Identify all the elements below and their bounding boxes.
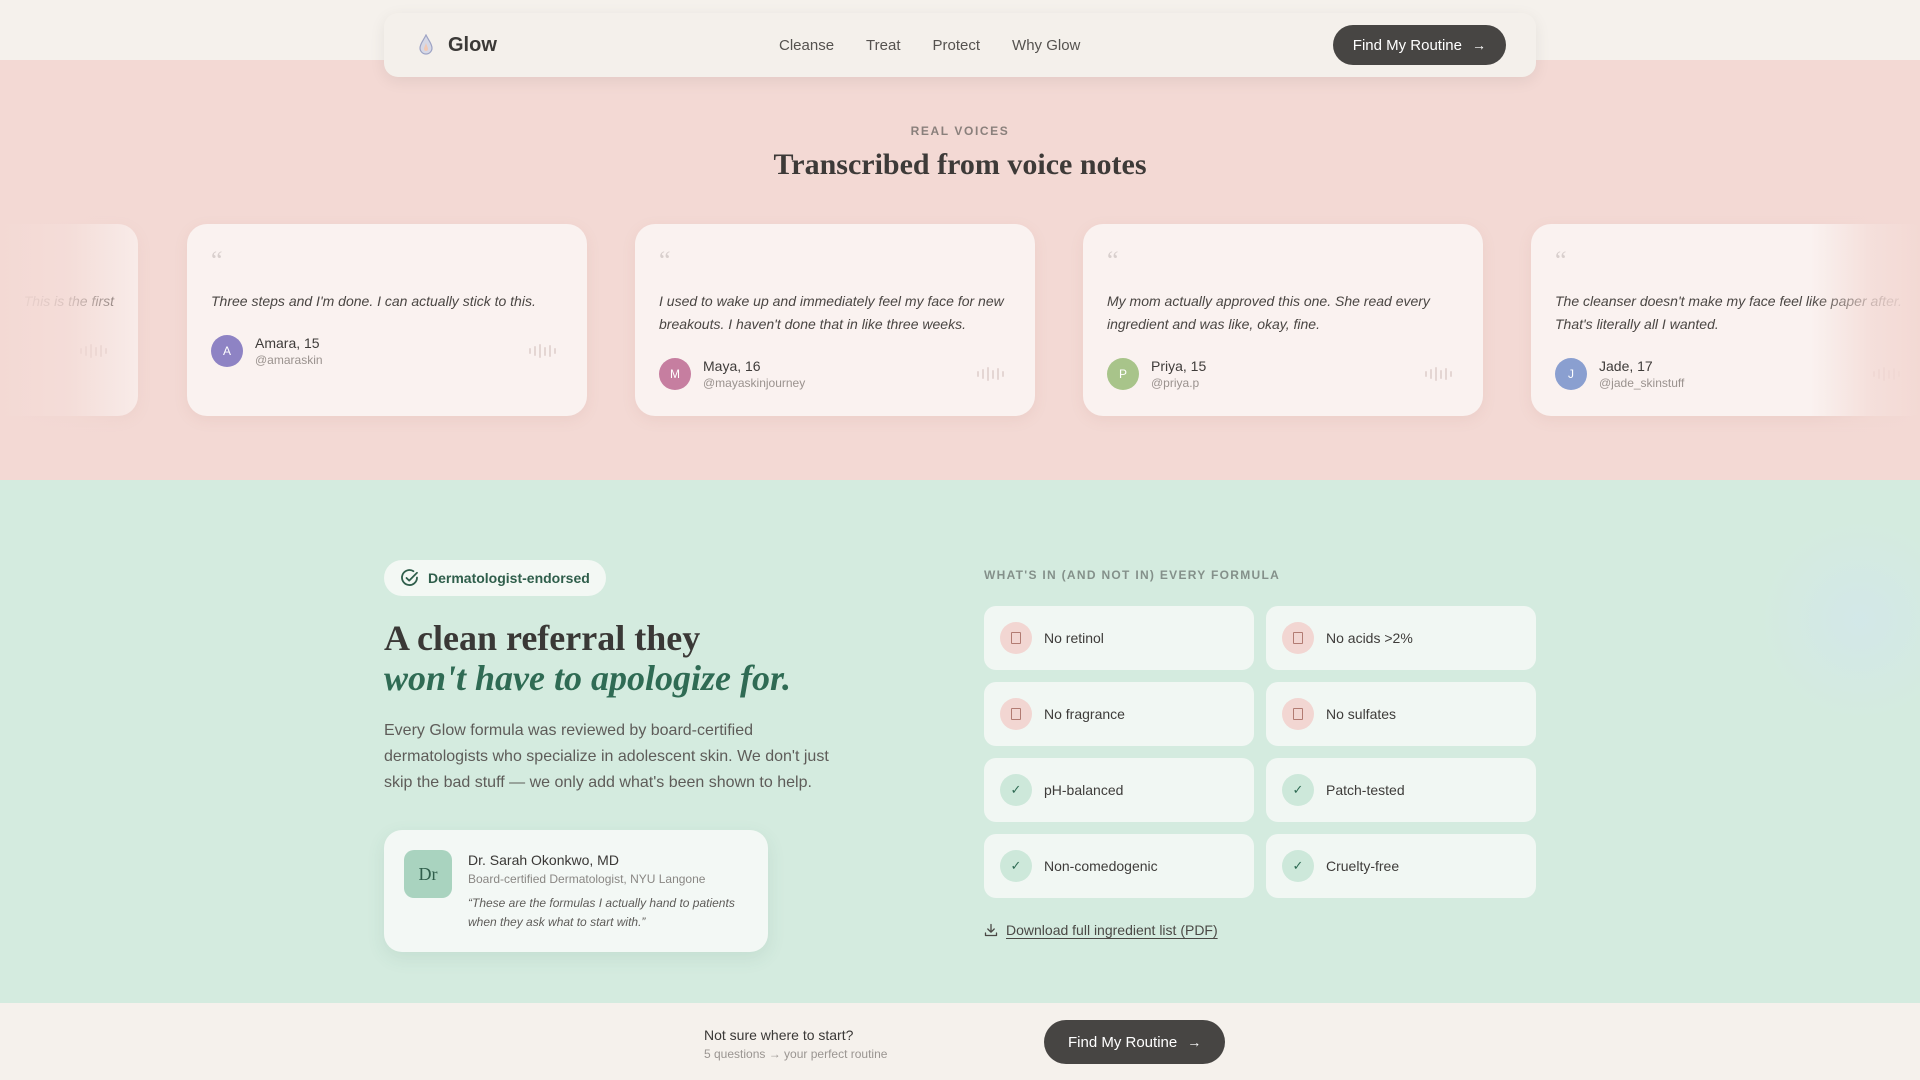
avatar: P xyxy=(1107,358,1139,390)
testimonial-card[interactable]: “ I used to wake up and immediately feel… xyxy=(635,224,1035,416)
author-handle: @mayaskinjourney xyxy=(703,376,806,390)
author-name: Amara, 15 xyxy=(255,335,320,351)
excluded-icon xyxy=(1000,622,1032,654)
quote-mark-icon: “ xyxy=(211,246,223,275)
avatar: A xyxy=(211,335,243,367)
formula-item-label: pH-balanced xyxy=(1044,782,1124,798)
checkmark-icon: ✓ xyxy=(1282,774,1314,806)
voices-title: Transcribed from voice notes xyxy=(773,148,1147,181)
download-ingredients-link[interactable]: Download full ingredient list (PDF) xyxy=(984,922,1218,938)
check-circle-icon xyxy=(401,569,418,586)
navbar: Glow Cleanse Treat Protect Why Glow Find… xyxy=(384,13,1536,77)
decorative-orb xyxy=(1760,520,1920,720)
doctor-avatar: Dr xyxy=(404,850,452,898)
author-name: Maya, 16 xyxy=(703,358,761,374)
testimonial-author: P Priya, 15 @priya.p xyxy=(1107,358,1206,390)
derm-title: A clean referral they won't have to apol… xyxy=(384,618,791,698)
formula-item: ✓ Patch-tested xyxy=(1266,758,1536,822)
find-routine-button[interactable]: Find My Routine → xyxy=(1332,25,1506,65)
testimonial-card[interactable]: “ The cleanser doesn't make my face feel… xyxy=(1531,224,1920,416)
cta-bar-subtitle: 5 questions → your perfect routine xyxy=(704,1047,888,1061)
formula-item: No fragrance xyxy=(984,682,1254,746)
badge-label: Dermatologist-endorsed xyxy=(428,570,590,586)
voices-eyebrow: REAL VOICES xyxy=(910,124,1010,138)
testimonial-card[interactable]: “ This is the first xyxy=(0,224,138,416)
nav-link-treat[interactable]: Treat xyxy=(866,37,900,54)
excluded-icon xyxy=(1282,622,1314,654)
derm-title-line1: A clean referral they xyxy=(384,618,701,658)
author-name: Priya, 15 xyxy=(1151,358,1207,374)
derm-title-line2: won't have to apologize for. xyxy=(384,658,792,698)
find-routine-label: Find My Routine xyxy=(1068,1033,1178,1051)
find-routine-button-bottom[interactable]: Find My Routine → xyxy=(1044,1020,1226,1064)
doctor-role: Board-certified Dermatologist, NYU Lango… xyxy=(468,872,706,886)
doctor-card: Dr Dr. Sarah Okonkwo, MD Board-certified… xyxy=(384,830,768,952)
doctor-name: Dr. Sarah Okonkwo, MD xyxy=(468,852,619,868)
excluded-icon xyxy=(1282,698,1314,730)
waveform-icon xyxy=(80,344,114,358)
testimonial-author: A Amara, 15 @amaraskin xyxy=(211,335,323,367)
formula-item-label: Non-comedogenic xyxy=(1044,858,1158,874)
testimonial-card[interactable]: “ Three steps and I'm done. I can actual… xyxy=(187,224,587,416)
quote-mark-icon: “ xyxy=(659,246,671,275)
author-handle: @priya.p xyxy=(1151,376,1200,390)
testimonial-quote: Three steps and I'm done. I can actually… xyxy=(211,293,536,309)
formula-item: ✓ pH-balanced xyxy=(984,758,1254,822)
download-label: Download full ingredient list (PDF) xyxy=(1006,922,1218,938)
nav-link-cleanse[interactable]: Cleanse xyxy=(779,37,834,54)
avatar: M xyxy=(659,358,691,390)
avatar: J xyxy=(1555,358,1587,390)
formula-item-label: Cruelty-free xyxy=(1326,858,1400,874)
waveform-icon xyxy=(529,344,563,358)
formula-item: ✓ Non-comedogenic xyxy=(984,834,1254,898)
dermatologist-section: Dermatologist-endorsed A clean referral … xyxy=(0,480,1920,1003)
brand-logo[interactable]: Glow xyxy=(418,13,497,77)
excluded-icon xyxy=(1000,698,1032,730)
nav-link-protect[interactable]: Protect xyxy=(933,37,981,54)
formula-grid: No retinol No acids >2% No fragrance No … xyxy=(984,606,1536,898)
testimonial-author: J Jade, 17 @jade_skinstuff xyxy=(1555,358,1684,390)
derm-endorsed-badge: Dermatologist-endorsed xyxy=(384,560,606,596)
arrow-right-icon: → xyxy=(1472,37,1486,53)
author-handle: @amaraskin xyxy=(255,353,323,367)
formula-item: No retinol xyxy=(984,606,1254,670)
checkmark-icon: ✓ xyxy=(1282,850,1314,882)
formula-item-label: No sulfates xyxy=(1326,706,1397,722)
formula-item-label: No retinol xyxy=(1044,630,1104,646)
cta-bar-title: Not sure where to start? xyxy=(704,1027,854,1043)
doctor-quote: “These are the formulas I actually hand … xyxy=(468,896,735,929)
nav-link-why-glow[interactable]: Why Glow xyxy=(1012,37,1080,54)
testimonial-quote: The cleanser doesn't make my face feel l… xyxy=(1555,293,1902,332)
checkmark-icon: ✓ xyxy=(1000,774,1032,806)
testimonial-card[interactable]: “ My mom actually approved this one. She… xyxy=(1083,224,1483,416)
testimonial-quote: My mom actually approved this one. She r… xyxy=(1107,293,1430,332)
nav-links: Cleanse Treat Protect Why Glow xyxy=(779,13,1112,77)
formula-item-label: Patch-tested xyxy=(1326,782,1405,798)
author-name: Jade, 17 xyxy=(1599,358,1653,374)
formula-item: No sulfates xyxy=(1266,682,1536,746)
formula-item: No acids >2% xyxy=(1266,606,1536,670)
testimonial-quote: I used to wake up and immediately feel m… xyxy=(659,293,1004,332)
testimonial-quote: This is the first xyxy=(23,293,114,309)
formula-item: ✓ Cruelty-free xyxy=(1266,834,1536,898)
formula-eyebrow: WHAT'S IN (AND NOT IN) EVERY FORMULA xyxy=(984,568,1281,582)
waveform-icon xyxy=(1425,367,1459,381)
quote-mark-icon: “ xyxy=(1555,246,1567,275)
sticky-cta-bar: Not sure where to start? 5 questions → y… xyxy=(0,1003,1920,1080)
drop-icon xyxy=(419,34,433,55)
download-icon xyxy=(984,923,998,937)
waveform-icon xyxy=(977,367,1011,381)
checkmark-icon: ✓ xyxy=(1000,850,1032,882)
find-routine-label: Find My Routine xyxy=(1352,36,1462,54)
derm-body: Every Glow formula was reviewed by board… xyxy=(384,722,829,791)
formula-item-label: No acids >2% xyxy=(1326,630,1413,646)
voices-section: REAL VOICES Transcribed from voice notes… xyxy=(0,60,1920,480)
author-handle: @jade_skinstuff xyxy=(1599,376,1685,390)
testimonial-author: M Maya, 16 @mayaskinjourney xyxy=(659,358,805,390)
arrow-right-icon: → xyxy=(1187,1034,1202,1050)
waveform-icon xyxy=(1873,367,1907,381)
formula-item-label: No fragrance xyxy=(1044,706,1125,722)
brand-name: Glow xyxy=(448,33,497,56)
quote-mark-icon: “ xyxy=(1107,246,1119,275)
